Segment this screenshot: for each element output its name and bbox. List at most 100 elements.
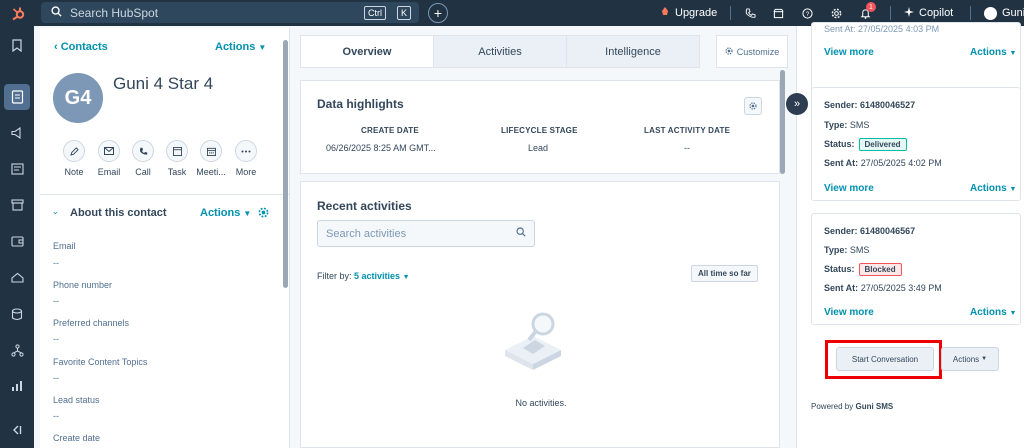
data-highlights-title: Data highlights bbox=[317, 97, 404, 111]
about-actions-dropdown[interactable]: Actions ▼ bbox=[200, 207, 251, 219]
topbar-divider bbox=[890, 6, 891, 20]
automation-icon[interactable] bbox=[8, 341, 26, 359]
about-section-title[interactable]: About this contact bbox=[70, 207, 167, 219]
property-label-favorite-topics: Favorite Content Topics bbox=[53, 357, 148, 367]
task-icon bbox=[166, 140, 188, 162]
service-icon[interactable] bbox=[8, 269, 26, 287]
create-new-button[interactable]: + bbox=[428, 3, 448, 23]
property-value-lead-status[interactable]: -- bbox=[53, 411, 59, 421]
tab-activities[interactable]: Activities bbox=[434, 36, 567, 67]
sms-status: Status: Blocked bbox=[824, 263, 902, 276]
view-more-link[interactable]: View more bbox=[824, 47, 874, 58]
calling-icon[interactable] bbox=[745, 0, 756, 26]
property-label-create-date: Create date bbox=[53, 433, 101, 443]
sms-actions-dropdown[interactable]: Actions ▼ bbox=[970, 183, 1016, 194]
caret-down-icon: ▼ bbox=[402, 274, 410, 281]
section-divider bbox=[40, 194, 290, 195]
global-search[interactable]: Search HubSpot Ctrl K bbox=[41, 2, 419, 23]
left-panel-scrollbar[interactable] bbox=[283, 40, 288, 288]
property-value-preferred-channels[interactable]: -- bbox=[53, 334, 59, 344]
caret-down-icon: ▼ bbox=[1009, 186, 1017, 193]
status-badge-delivered: Delivered bbox=[858, 138, 907, 151]
center-scrollbar[interactable] bbox=[780, 70, 785, 174]
contact-record-sidebar: ‹ Contacts Actions ▼ G4 Guni 4 Star 4 No… bbox=[40, 28, 290, 448]
upgrade-button[interactable]: Upgrade bbox=[660, 0, 717, 26]
quick-action-email[interactable]: Email bbox=[94, 140, 124, 177]
time-range-filter-button[interactable]: All time so far bbox=[691, 265, 758, 282]
chevron-down-icon[interactable]: ⌄ bbox=[52, 207, 59, 216]
sender-label: Sender: bbox=[824, 226, 858, 236]
quick-action-label: Task bbox=[167, 167, 187, 177]
back-to-contacts-link[interactable]: ‹ Contacts bbox=[54, 41, 108, 53]
crm-contacts-icon[interactable] bbox=[4, 84, 30, 110]
sent-at-label: Sent At: bbox=[824, 158, 859, 168]
back-link-label: Contacts bbox=[60, 41, 108, 53]
sms-message-card: Sender: 61480046567 Type: SMS Status: Blo… bbox=[811, 213, 1021, 325]
actions-label: Actions bbox=[970, 307, 1007, 318]
commerce-icon[interactable] bbox=[8, 196, 26, 214]
quick-action-task[interactable]: Task bbox=[162, 140, 192, 177]
sms-sender: Sender: 61480046567 bbox=[824, 226, 915, 236]
activities-search-input[interactable]: Search activities bbox=[317, 220, 535, 247]
data-management-icon[interactable] bbox=[8, 305, 26, 323]
caret-down-icon: ▼ bbox=[981, 356, 988, 362]
recent-activities-title: Recent activities bbox=[317, 199, 412, 213]
notification-count-badge: 1 bbox=[866, 2, 876, 12]
sms-type: Type: SMS bbox=[824, 245, 869, 255]
quick-action-meeting[interactable]: Meeti... bbox=[196, 140, 226, 177]
view-more-link[interactable]: View more bbox=[824, 183, 874, 194]
record-actions-dropdown[interactable]: Actions ▼ bbox=[215, 41, 266, 53]
caret-down-icon: ▼ bbox=[258, 43, 267, 52]
tab-intelligence[interactable]: Intelligence bbox=[567, 36, 699, 67]
property-value-email[interactable]: -- bbox=[53, 258, 59, 268]
quick-action-more[interactable]: More bbox=[231, 140, 261, 177]
plus-icon: + bbox=[433, 5, 443, 21]
bookmarks-icon[interactable] bbox=[8, 36, 26, 54]
about-settings-gear-icon[interactable] bbox=[258, 207, 269, 221]
sms-actions-dropdown[interactable]: Actions ▼ bbox=[970, 307, 1016, 318]
sender-value: 61480046567 bbox=[860, 226, 916, 236]
quick-action-label: Note bbox=[64, 167, 84, 177]
topbar-divider bbox=[730, 6, 731, 20]
view-more-link[interactable]: View more bbox=[824, 307, 874, 318]
highlight-annotation-box bbox=[825, 340, 942, 379]
highlight-value-lifecycle: Lead bbox=[528, 143, 549, 153]
marketing-megaphone-icon[interactable] bbox=[8, 124, 26, 142]
content-icon[interactable] bbox=[8, 160, 26, 178]
conversation-actions-button[interactable]: Actions ▼ bbox=[941, 347, 999, 371]
type-value: SMS bbox=[849, 120, 870, 130]
shortcut-ctrl: Ctrl bbox=[363, 5, 386, 20]
wallet-icon[interactable] bbox=[8, 232, 26, 250]
pencil-icon bbox=[63, 140, 85, 162]
property-value-favorite-topics[interactable]: -- bbox=[53, 373, 59, 383]
record-tabs: Overview Activities Intelligence bbox=[300, 35, 700, 68]
shortcut-k: K bbox=[396, 5, 411, 20]
property-value-phone[interactable]: -- bbox=[53, 296, 59, 306]
right-sidebar-sms: Sent At: 27/05/2025 4:03 PM View more Ac… bbox=[796, 22, 1024, 448]
tab-overview[interactable]: Overview bbox=[301, 36, 434, 67]
email-icon bbox=[98, 140, 120, 162]
sms-actions-dropdown[interactable]: Actions ▼ bbox=[970, 47, 1016, 58]
marketplace-icon[interactable] bbox=[773, 0, 784, 26]
hubspot-logo-icon[interactable] bbox=[0, 0, 36, 26]
collapse-nav-icon[interactable] bbox=[8, 421, 26, 439]
activity-filter-dropdown[interactable]: 5 activities ▼ bbox=[354, 271, 409, 281]
quick-action-label: Meeti... bbox=[196, 167, 226, 177]
powered-prefix: Powered by bbox=[811, 402, 854, 411]
expand-sidebar-double-chevron-icon[interactable]: » bbox=[786, 93, 808, 115]
caret-down-icon: ▼ bbox=[1009, 50, 1017, 57]
actions-label: Actions bbox=[200, 207, 241, 219]
reporting-icon[interactable] bbox=[8, 377, 26, 395]
customize-button[interactable]: Customize bbox=[716, 35, 788, 68]
sender-value: 61480046527 bbox=[860, 100, 916, 110]
contact-name[interactable]: Guni 4 Star 4 bbox=[113, 74, 213, 94]
highlights-settings-gear-icon[interactable] bbox=[744, 97, 762, 115]
sent-at-value: 27/05/2025 4:02 PM bbox=[860, 158, 942, 168]
quick-action-call[interactable]: Call bbox=[128, 140, 158, 177]
contact-avatar[interactable]: G4 bbox=[53, 73, 103, 123]
sms-sender: Sender: 61480046527 bbox=[824, 100, 915, 110]
status-label: Status: bbox=[824, 139, 855, 149]
quick-action-note[interactable]: Note bbox=[59, 140, 89, 177]
activity-filter: Filter by: 5 activities ▼ bbox=[317, 271, 410, 281]
gear-icon bbox=[725, 46, 733, 57]
